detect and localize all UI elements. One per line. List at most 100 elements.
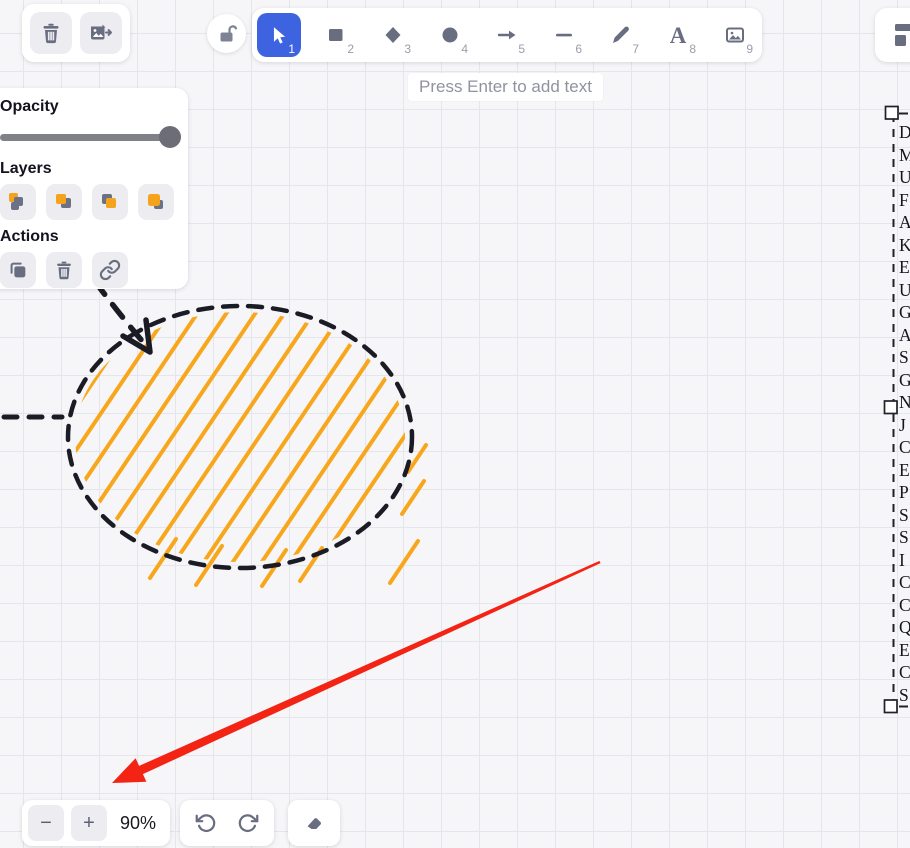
link-icon [99, 259, 121, 281]
selection-handles[interactable] [885, 107, 899, 713]
library-island [875, 8, 910, 62]
text-line: D [899, 121, 910, 144]
send-to-back-button[interactable] [0, 184, 36, 220]
tool-shortcut: 9 [746, 42, 753, 56]
text-line: N [899, 391, 910, 414]
export-image-icon [88, 21, 114, 45]
tool-diamond[interactable]: 3 [371, 13, 415, 57]
tool-rectangle[interactable]: 2 [314, 13, 358, 57]
tool-draw[interactable]: 7 [599, 13, 643, 57]
tool-shortcut: 3 [404, 42, 411, 56]
send-backward-button[interactable] [46, 184, 82, 220]
tool-shortcut: 4 [461, 42, 468, 56]
duplicate-button[interactable] [0, 252, 36, 288]
tool-shortcut: 6 [575, 42, 582, 56]
zoom-out-button[interactable]: − [28, 805, 64, 841]
bring-to-front-button[interactable] [138, 184, 174, 220]
text-line: C [899, 661, 910, 684]
history-island [180, 800, 274, 846]
text-line: C [899, 436, 910, 459]
undo-icon [194, 812, 216, 834]
text-line: A [899, 324, 910, 347]
eraser-button[interactable] [295, 804, 333, 842]
text-line: E [899, 256, 910, 279]
delete-canvas-button[interactable] [30, 12, 72, 54]
rectangle-icon [324, 23, 348, 47]
bring-to-front-icon [146, 192, 166, 212]
text-line: S [899, 504, 910, 527]
tool-toolbar: 1 2 3 4 5 6 [252, 8, 762, 62]
minus-icon: − [40, 813, 52, 833]
red-arrow[interactable] [112, 561, 601, 783]
text-line: S [899, 526, 910, 549]
lock-toggle-button[interactable] [207, 14, 246, 53]
ellipse-icon [438, 23, 462, 47]
bring-forward-button[interactable] [92, 184, 128, 220]
cursor-icon [268, 24, 290, 46]
hint-tooltip: Press Enter to add text [408, 73, 603, 101]
text-line: I [899, 549, 910, 572]
tool-text[interactable]: A 8 [656, 13, 700, 57]
delete-button[interactable] [46, 252, 82, 288]
diamond-icon [381, 23, 405, 47]
dashed-ellipse[interactable] [68, 306, 412, 568]
library-button[interactable] [889, 16, 910, 54]
opacity-slider-track[interactable] [0, 134, 178, 141]
zoom-level[interactable]: 90% [120, 813, 156, 834]
properties-panel: Opacity Layers [0, 88, 188, 289]
zoom-island: − + 90% [22, 800, 170, 846]
tool-selection[interactable]: 1 [257, 13, 301, 57]
layer-buttons-row [0, 184, 176, 220]
tool-line[interactable]: 6 [542, 13, 586, 57]
pencil-icon [609, 23, 633, 47]
unlock-icon [215, 22, 239, 46]
trash-icon [39, 21, 63, 45]
text-line: Q [899, 616, 910, 639]
text-line: P [899, 481, 910, 504]
opacity-slider[interactable] [0, 126, 178, 148]
duplicate-icon [7, 259, 29, 281]
tool-shortcut: 2 [347, 42, 354, 56]
text-tool-icon: A [670, 24, 687, 47]
text-line: J [899, 414, 910, 437]
tool-shortcut: 5 [518, 42, 525, 56]
text-line: K [899, 234, 910, 257]
text-line: C [899, 571, 910, 594]
text-line: U [899, 166, 910, 189]
eraser-icon [303, 812, 325, 834]
actions-label: Actions [0, 228, 176, 246]
text-line: C [899, 594, 910, 617]
tool-shortcut: 8 [689, 42, 696, 56]
send-backward-icon [54, 192, 74, 212]
text-line: U [899, 279, 910, 302]
opacity-slider-handle[interactable] [159, 126, 181, 148]
text-line: E [899, 459, 910, 482]
tool-ellipse[interactable]: 4 [428, 13, 472, 57]
selected-text-element[interactable]: DMUFAKEUGASGNJCEPSSICCQECS [899, 121, 910, 706]
bring-forward-icon [100, 192, 120, 212]
opacity-label: Opacity [0, 98, 176, 116]
arrow-icon [495, 23, 519, 47]
plus-icon: + [83, 813, 95, 833]
text-line: S [899, 684, 910, 707]
image-icon [723, 23, 747, 47]
export-image-button[interactable] [80, 12, 122, 54]
text-line: G [899, 301, 910, 324]
zoom-in-button[interactable]: + [71, 805, 107, 841]
eraser-island [288, 800, 340, 846]
link-button[interactable] [92, 252, 128, 288]
redo-button[interactable] [230, 804, 268, 842]
canvas-actions-island [22, 4, 130, 62]
action-buttons-row [0, 252, 176, 288]
redo-icon [238, 812, 260, 834]
undo-button[interactable] [186, 804, 224, 842]
tool-image[interactable]: 9 [713, 13, 757, 57]
line-icon [552, 23, 576, 47]
layers-label: Layers [0, 160, 176, 178]
tool-shortcut: 1 [288, 42, 295, 56]
tool-arrow[interactable]: 5 [485, 13, 529, 57]
text-line: E [899, 639, 910, 662]
library-icon [895, 24, 910, 46]
text-line: F [899, 189, 910, 212]
tool-shortcut: 7 [632, 42, 639, 56]
